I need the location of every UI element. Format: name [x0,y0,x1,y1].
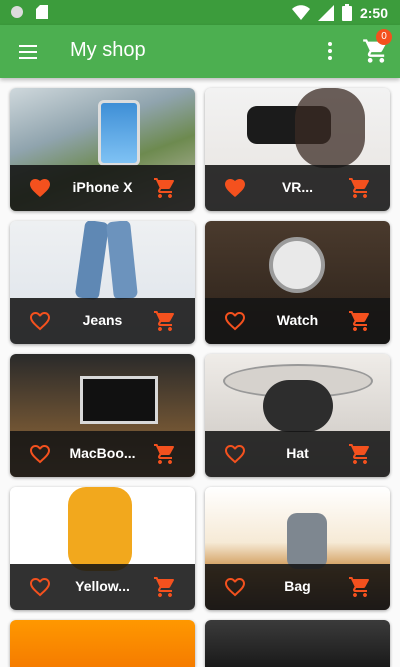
product-bar: Jeans [10,298,195,344]
circle-icon [11,6,23,18]
favorite-button[interactable] [223,309,247,333]
product-bar: iPhone X [10,165,195,211]
add-cart-icon [349,444,369,464]
add-to-cart-button[interactable] [348,309,372,333]
more-options-button[interactable] [318,39,342,63]
add-cart-icon [154,178,174,198]
add-to-cart-button[interactable] [153,442,177,466]
battery-icon [341,4,352,21]
product-tile[interactable]: iPhone X [10,88,195,211]
product-name: iPhone X [72,179,133,195]
status-right-icons: 2:50 [291,4,388,21]
product-bar: Hat [205,431,390,477]
favorite-button[interactable] [28,575,52,599]
add-to-cart-button[interactable] [348,575,372,599]
cart-count-badge: 0 [376,29,392,45]
more-vert-icon [328,42,332,60]
product-image [205,620,390,667]
status-time: 2:50 [359,4,388,21]
favorite-button[interactable] [223,442,247,466]
add-to-cart-button[interactable] [348,176,372,200]
product-bar: Yellow... [10,564,195,610]
page-title: My shop [70,39,146,61]
add-cart-icon [154,311,174,331]
heart-outline-icon [30,312,50,331]
add-cart-icon [154,577,174,597]
product-bar: VR... [205,165,390,211]
menu-button[interactable] [16,40,40,64]
add-to-cart-button[interactable] [153,575,177,599]
product-name: Yellow... [75,578,130,594]
product-tile[interactable] [205,620,390,667]
app-bar: My shop 0 [0,25,400,78]
favorite-button[interactable] [28,442,52,466]
product-bar: Bag [205,564,390,610]
signal-icon [317,4,334,21]
favorite-button[interactable] [223,575,247,599]
product-bar: MacBoo... [10,431,195,477]
favorite-button[interactable] [28,309,52,333]
add-cart-icon [349,178,369,198]
product-name: Bag [284,578,311,594]
add-cart-icon [154,444,174,464]
favorite-button[interactable] [28,176,52,200]
product-tile[interactable]: VR... [205,88,390,211]
wifi-icon [291,4,310,20]
add-to-cart-button[interactable] [348,442,372,466]
add-cart-icon [349,577,369,597]
product-bar: Watch [205,298,390,344]
product-tile[interactable]: MacBoo... [10,354,195,477]
product-name: Jeans [82,312,123,328]
heart-outline-icon [225,312,245,331]
product-name: Hat [286,445,309,461]
heart-filled-icon [225,179,245,197]
product-name: MacBoo... [69,445,136,461]
heart-filled-icon [30,179,50,197]
product-tile[interactable]: Jeans [10,221,195,344]
product-name: VR... [281,179,314,195]
product-tile[interactable]: Bag [205,487,390,610]
heart-outline-icon [30,578,50,597]
add-cart-icon [349,311,369,331]
menu-icon [19,45,37,59]
status-left-icons [10,5,48,19]
product-tile[interactable]: Hat [205,354,390,477]
product-tile[interactable]: Watch [205,221,390,344]
product-tile[interactable] [10,620,195,667]
product-name: Watch [276,312,319,328]
product-image [10,620,195,667]
add-to-cart-button[interactable] [153,176,177,200]
heart-outline-icon [30,445,50,464]
product-tile[interactable]: Yellow... [10,487,195,610]
heart-outline-icon [225,578,245,597]
favorite-button[interactable] [223,176,247,200]
heart-outline-icon [225,445,245,464]
status-bar: 2:50 [0,0,400,25]
add-to-cart-button[interactable] [153,309,177,333]
sd-card-icon [36,5,48,19]
